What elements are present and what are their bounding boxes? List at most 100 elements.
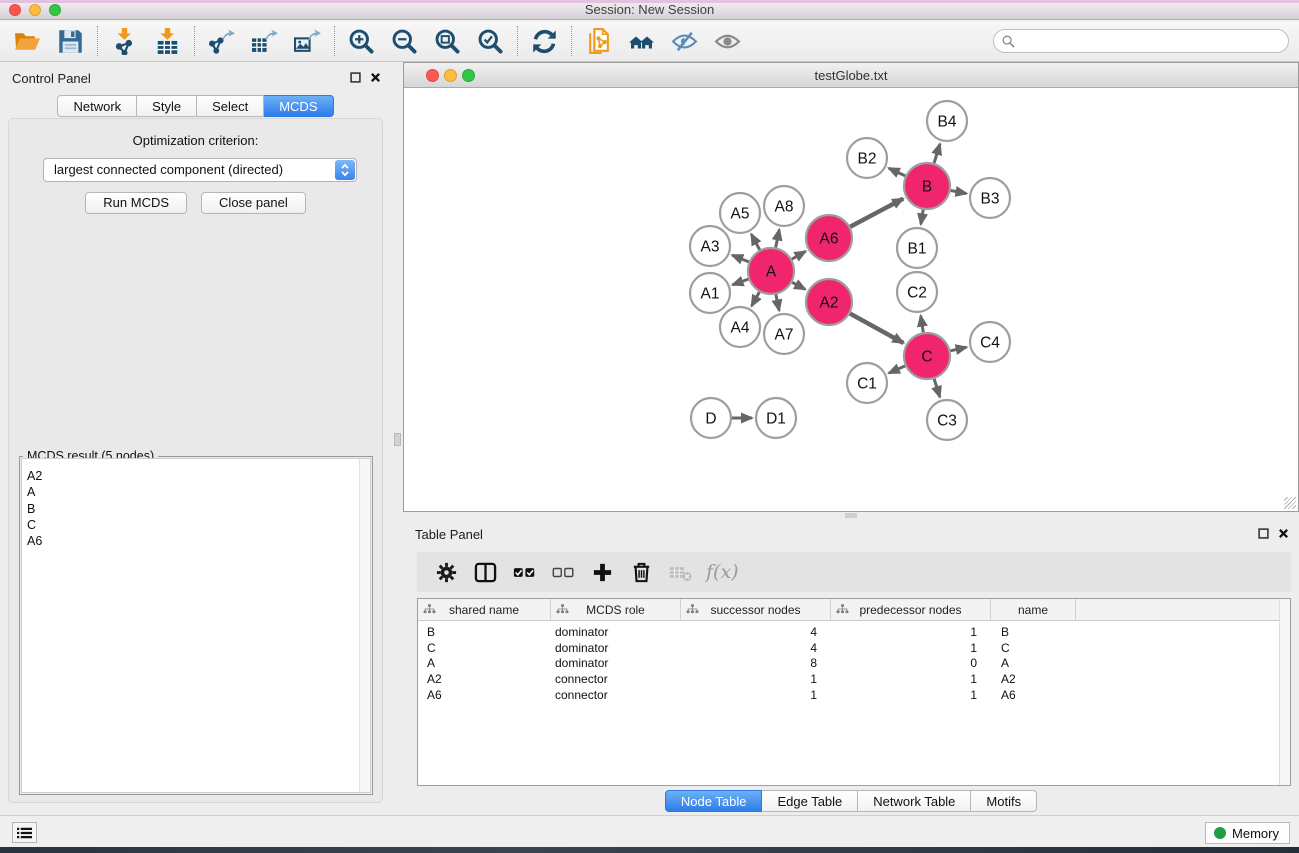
zoom-out-icon[interactable] <box>383 23 426 59</box>
graph-edge-B-B4[interactable] <box>934 144 940 163</box>
export-image-icon[interactable] <box>286 23 329 59</box>
table-row[interactable]: A2connector11A2 <box>418 671 1290 687</box>
cell-shared-name[interactable]: A6 <box>418 688 551 702</box>
mcds-list-scrollbar[interactable] <box>359 459 370 792</box>
mcds-result-item[interactable]: A6 <box>27 533 42 549</box>
tab-network-table[interactable]: Network Table <box>858 790 971 812</box>
cell-successor-nodes[interactable]: 4 <box>681 625 831 639</box>
cell-MCDS-role[interactable]: dominator <box>551 656 681 670</box>
graph-node-A5[interactable]: A5 <box>720 193 760 233</box>
mcds-result-item[interactable]: A2 <box>27 468 42 484</box>
search-box[interactable] <box>993 29 1289 53</box>
network-window-titlebar[interactable]: testGlobe.txt <box>404 63 1298 88</box>
graph-edge-A2-C[interactable] <box>850 314 903 343</box>
task-history-button[interactable] <box>12 822 37 843</box>
graph-node-C2[interactable]: C2 <box>897 272 937 312</box>
network-canvas[interactable]: B4B2BB3A8A5A6A3B1AA1C2A2A4A7C4CC1C3DD1 <box>405 89 1297 510</box>
cell-shared-name[interactable]: A <box>418 656 551 670</box>
graph-edge-A-A1[interactable] <box>733 279 749 285</box>
graph-edge-A-A7[interactable] <box>776 295 779 311</box>
graph-edge-C-C3[interactable] <box>934 379 940 397</box>
tab-style[interactable]: Style <box>137 95 197 117</box>
cell-name[interactable]: A6 <box>991 688 1076 702</box>
graph-node-B3[interactable]: B3 <box>970 178 1010 218</box>
graph-edge-B-B2[interactable] <box>889 168 906 176</box>
graph-node-C[interactable]: C <box>904 333 950 379</box>
import-table-icon[interactable] <box>146 23 189 59</box>
cell-successor-nodes[interactable]: 1 <box>681 688 831 702</box>
table-scrollbar[interactable] <box>1279 599 1290 785</box>
cell-successor-nodes[interactable]: 1 <box>681 672 831 686</box>
show-all-icon[interactable] <box>706 23 749 59</box>
cell-MCDS-role[interactable]: dominator <box>551 625 681 639</box>
graph-node-B2[interactable]: B2 <box>847 138 887 178</box>
minimize-window-button[interactable] <box>29 4 41 16</box>
cell-name[interactable]: B <box>991 625 1076 639</box>
vertical-splitter-handle[interactable] <box>394 433 401 446</box>
column-header-name[interactable]: name <box>991 599 1076 620</box>
table-row[interactable]: Cdominator41C <box>418 640 1290 656</box>
import-network-icon[interactable] <box>103 23 146 59</box>
graph-node-C3[interactable]: C3 <box>927 400 967 440</box>
homes-icon[interactable] <box>620 23 663 59</box>
resize-grip[interactable] <box>1284 497 1296 509</box>
close-table-panel-icon[interactable] <box>1278 528 1289 539</box>
network-minimize-button[interactable] <box>444 69 457 82</box>
cell-predecessor-nodes[interactable]: 0 <box>831 656 991 670</box>
mcds-result-item[interactable]: A <box>27 484 42 500</box>
graph-node-C4[interactable]: C4 <box>970 322 1010 362</box>
graph-node-A8[interactable]: A8 <box>764 186 804 226</box>
columns-icon[interactable] <box>466 556 505 588</box>
graph-edge-C-C4[interactable] <box>950 347 966 351</box>
graph-node-B[interactable]: B <box>904 163 950 209</box>
refresh-icon[interactable] <box>523 23 566 59</box>
cell-name[interactable]: A <box>991 656 1076 670</box>
graph-node-C1[interactable]: C1 <box>847 363 887 403</box>
new-network-from-file-icon[interactable] <box>577 23 620 59</box>
search-input[interactable] <box>1020 34 1280 48</box>
cell-predecessor-nodes[interactable]: 1 <box>831 672 991 686</box>
zoom-fit-icon[interactable] <box>426 23 469 59</box>
graph-edge-A6-B[interactable] <box>850 199 903 227</box>
column-header-MCDS-role[interactable]: MCDS role <box>551 599 681 620</box>
graph-edge-B-B3[interactable] <box>951 190 967 193</box>
graph-edge-A-A2[interactable] <box>792 282 805 289</box>
cell-predecessor-nodes[interactable]: 1 <box>831 625 991 639</box>
run-mcds-button[interactable]: Run MCDS <box>85 192 187 214</box>
close-window-button[interactable] <box>9 4 21 16</box>
tab-mcds[interactable]: MCDS <box>264 95 333 117</box>
criterion-dropdown[interactable]: largest connected component (directed) <box>43 158 357 182</box>
network-zoom-button[interactable] <box>462 69 475 82</box>
graph-edge-A-A6[interactable] <box>792 251 806 259</box>
graph-edge-A-A8[interactable] <box>776 230 780 248</box>
cell-name[interactable]: A2 <box>991 672 1076 686</box>
column-header-successor-nodes[interactable]: successor nodes <box>681 599 831 620</box>
graph-edge-C-C2[interactable] <box>921 316 924 333</box>
cell-predecessor-nodes[interactable]: 1 <box>831 641 991 655</box>
graph-node-A6[interactable]: A6 <box>806 215 852 261</box>
delete-column-icon[interactable] <box>622 556 661 588</box>
graph-edge-A-A4[interactable] <box>752 292 760 306</box>
tab-edge-table[interactable]: Edge Table <box>762 790 858 812</box>
close-panel-button[interactable]: Close panel <box>201 192 306 214</box>
table-row[interactable]: Adominator80A <box>418 655 1290 671</box>
graph-node-A3[interactable]: A3 <box>690 226 730 266</box>
select-checkboxes-icon[interactable] <box>505 556 544 588</box>
mcds-result-item[interactable]: B <box>27 501 42 517</box>
zoom-in-icon[interactable] <box>340 23 383 59</box>
graph-edge-C-C1[interactable] <box>889 366 905 373</box>
export-network-icon[interactable] <box>200 23 243 59</box>
tab-node-table[interactable]: Node Table <box>665 790 763 812</box>
float-table-panel-icon[interactable] <box>1258 528 1269 539</box>
float-panel-icon[interactable] <box>350 72 361 83</box>
export-table-icon[interactable] <box>243 23 286 59</box>
mcds-result-item[interactable]: C <box>27 517 42 533</box>
cell-MCDS-role[interactable]: dominator <box>551 641 681 655</box>
cell-successor-nodes[interactable]: 4 <box>681 641 831 655</box>
graph-node-D[interactable]: D <box>691 398 731 438</box>
clear-checkboxes-icon[interactable] <box>544 556 583 588</box>
hide-selected-icon[interactable] <box>663 23 706 59</box>
cell-shared-name[interactable]: B <box>418 625 551 639</box>
table-row[interactable]: A6connector11A6 <box>418 687 1290 703</box>
graph-edge-A-A3[interactable] <box>732 255 749 262</box>
